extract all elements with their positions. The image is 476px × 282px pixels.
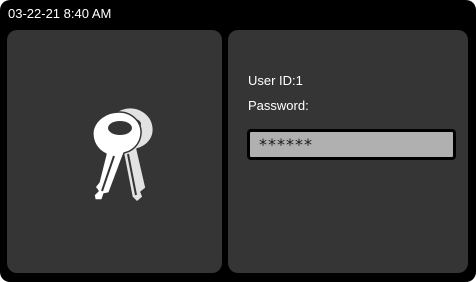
status-datetime: 03-22-21 8:40 AM <box>8 6 112 21</box>
password-label: Password: <box>248 98 309 113</box>
status-bar: 03-22-21 8:40 AM <box>0 0 476 26</box>
password-input[interactable] <box>247 129 456 160</box>
login-info-panel: User ID:1 Password: <box>228 30 468 273</box>
user-id-label: User ID:1 <box>248 73 303 88</box>
login-screen: 03-22-21 8:40 AM User ID:1 Password: <box>0 0 476 282</box>
keys-panel <box>7 30 222 273</box>
keys-icon <box>92 106 155 203</box>
